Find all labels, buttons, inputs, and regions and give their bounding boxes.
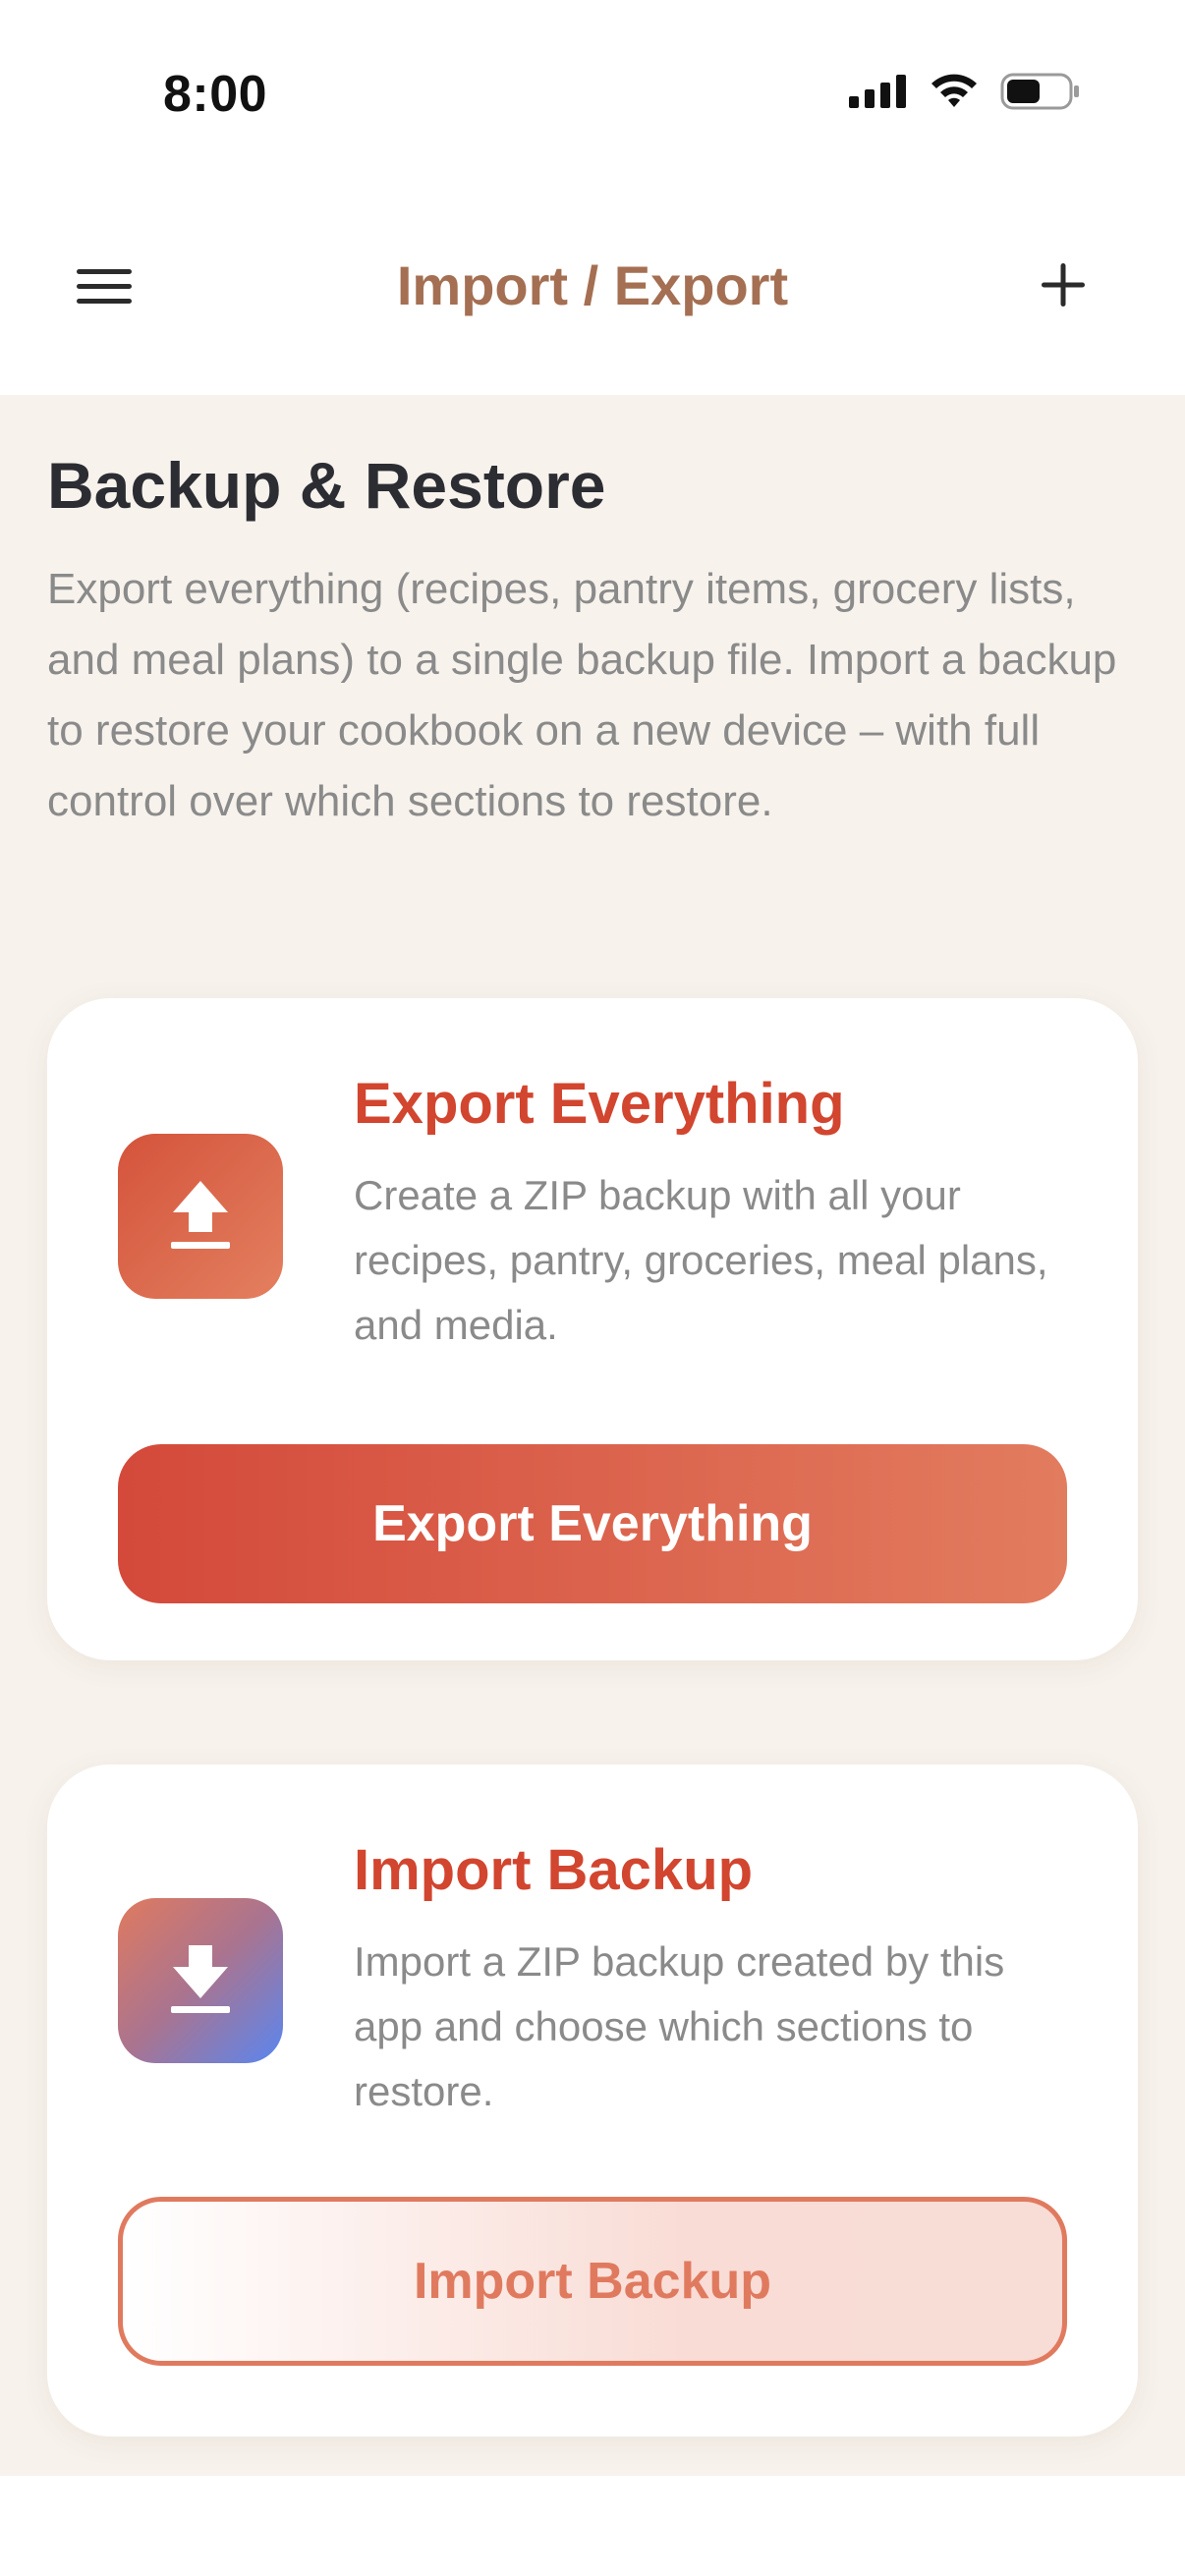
import-card-description: Import a ZIP backup created by this app … <box>354 1938 1005 2114</box>
section-description: Export everything (recipes, pantry items… <box>47 565 1117 825</box>
screen: 8:00 Import / Export Backup & Restore Ex… <box>0 0 1185 2576</box>
export-everything-button[interactable]: Export Everything <box>118 1444 1067 1603</box>
export-card-description: Create a ZIP backup with all your recipe… <box>354 1172 1048 1348</box>
cellular-signal-icon <box>849 75 906 108</box>
main-content: Backup & Restore Export everything (reci… <box>0 395 1185 2476</box>
section-title: Backup & Restore <box>47 449 606 522</box>
export-card-title: Export Everything <box>354 1072 845 1136</box>
bottom-safe-area <box>0 2476 1185 2576</box>
export-card: Export Everything Create a ZIP backup wi… <box>47 998 1138 1660</box>
import-card: Import Backup Import a ZIP backup create… <box>47 1764 1138 2436</box>
plus-icon[interactable] <box>1040 261 1087 308</box>
wifi-icon <box>931 74 977 107</box>
status-time: 8:00 <box>163 66 268 123</box>
nav-bar: Import / Export <box>0 196 1185 395</box>
download-icon <box>118 1898 283 2063</box>
import-backup-button[interactable]: Import Backup <box>118 2197 1067 2366</box>
upload-icon <box>118 1134 283 1299</box>
status-icons <box>849 73 1081 110</box>
battery-icon <box>1000 73 1079 110</box>
import-card-title: Import Backup <box>354 1838 754 1902</box>
status-bar: 8:00 <box>0 0 1185 196</box>
page-title: Import / Export <box>396 254 789 316</box>
